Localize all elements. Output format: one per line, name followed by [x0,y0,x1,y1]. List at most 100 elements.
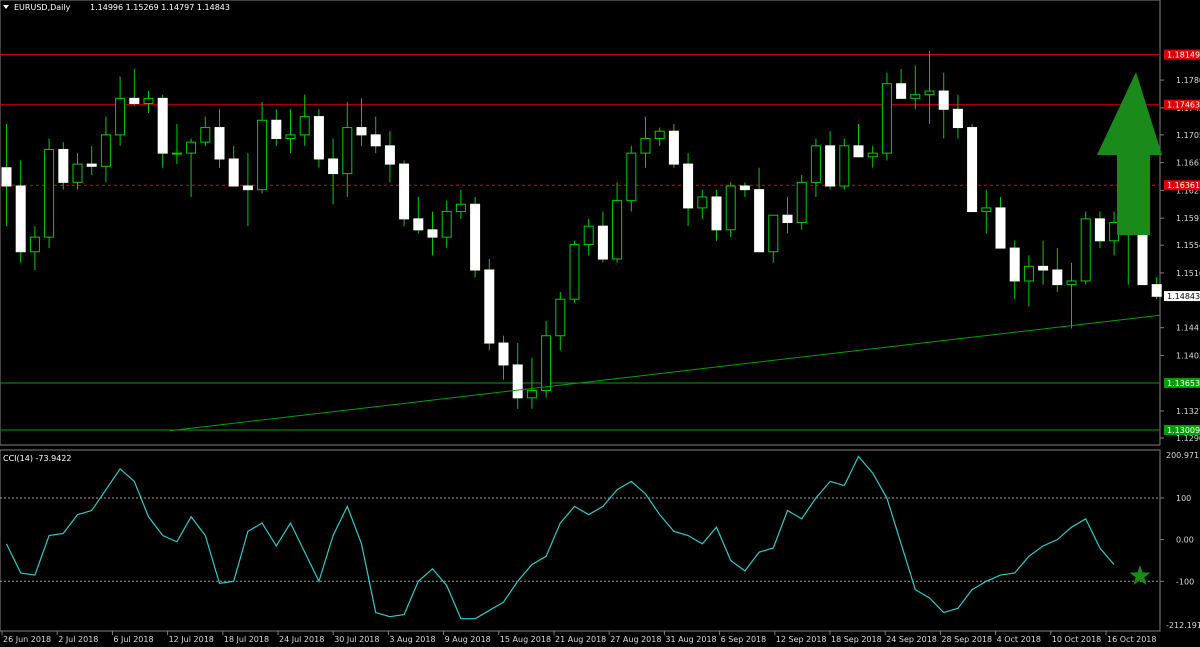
cci-panel: CCI(14) -73.9422 200.9715 -212.1911 [0,449,1200,632]
candle-body [58,148,69,183]
candle-body [668,130,679,165]
candle-body [1,167,12,187]
candle-body [498,342,509,366]
price-label-text: 1.13653 [1167,379,1200,388]
candle-body [952,108,963,129]
candle-body [413,218,424,231]
price-tick-label: 1.17050 [1176,131,1200,140]
candle-body [612,200,623,260]
price-label-text: 1.18149 [1167,51,1200,60]
candle-body [299,116,310,136]
candle-body [427,229,438,238]
candle-body [186,141,197,154]
price-tick-label: 1.15910 [1176,214,1200,223]
up-arrow-icon [1097,72,1162,235]
candle-body [29,236,40,253]
price-label-text: 1.13009 [1167,426,1200,435]
candle-body [839,145,850,187]
candle-body [782,214,793,224]
candle-body [654,130,665,140]
candle-body [754,189,765,253]
candle-body [313,116,324,160]
price-tick-label: 1.14410 [1176,324,1200,333]
candle-body [86,163,97,167]
candle-body [924,90,935,96]
candle-body [910,94,921,99]
candle-body [214,127,225,160]
ohlc-values: 1.14996 1.15269 1.14797 1.14843 [90,3,230,12]
time-tick-label: 24 Jul 2018 [279,635,324,644]
candle-body [725,185,736,231]
price-tick-label: 1.15160 [1176,269,1200,278]
cci-title: CCI(14) -73.9422 [3,454,71,463]
candle-body [399,163,410,220]
candle-body [1052,269,1063,286]
price-label-text: 1.14843 [1167,292,1200,301]
candle-body [470,203,481,271]
candle-body [569,243,580,300]
candle-body [1038,265,1049,271]
cci-tick-label: 100 [1176,494,1191,503]
candle-body [810,145,821,183]
time-tick-label: 26 Jun 2018 [3,635,51,644]
candle-body [15,185,26,253]
candle-body [555,298,566,337]
price-label-text: 1.17463 [1167,101,1200,110]
time-tick-label: 6 Sep 2018 [721,635,767,644]
price-label-text: 1.16361 [1167,181,1200,190]
time-tick-label: 18 Jul 2018 [224,635,269,644]
time-tick-label: 21 Aug 2018 [555,635,606,644]
candle-body [370,134,381,147]
candle-body [171,152,182,155]
dropdown-triangle-icon[interactable] [3,5,9,9]
candle-body [342,127,353,175]
time-tick-label: 16 Oct 2018 [1107,635,1156,644]
candle-body [768,214,779,253]
candle-body [455,203,466,213]
candle-body [257,119,268,191]
chart-canvas: EURUSD,Daily 1.14996 1.15269 1.14797 1.1… [0,0,1200,644]
candle-body [640,138,651,154]
trendline [169,314,1161,432]
candle-body [825,145,836,187]
time-tick-label: 2 Jul 2018 [58,635,98,644]
candle-body [115,97,126,136]
candle-body [484,269,495,344]
price-tick-label: 1.12900 [1176,434,1200,443]
candle-body [896,83,907,99]
candle-body [1009,247,1020,282]
price-panel: EURUSD,Daily 1.14996 1.15269 1.14797 1.1… [0,0,1162,446]
candle-body [129,97,140,104]
candle-body [739,185,750,191]
price-tick-label: 1.13270 [1176,407,1200,416]
candle-body [597,225,608,260]
time-tick-label: 15 Aug 2018 [500,635,551,644]
price-tick-label: 1.14030 [1176,351,1200,360]
candle-body [228,158,239,187]
candle-body [285,134,296,140]
candle-body [626,152,637,202]
candle-body [72,163,83,183]
candle-body [697,196,708,209]
candle-body [1023,265,1034,282]
candle-body [1094,218,1105,242]
time-axis: 26 Jun 2018 2 Jul 2018 6 Jul 2018 12 Jul 20… [1,631,1156,644]
time-tick-label: 24 Sep 2018 [886,635,937,644]
candle-body [867,152,878,158]
cci-series-line [5,455,1115,620]
candle-body [853,145,864,158]
candle-body [384,145,395,165]
candle-body [938,90,949,110]
price-tick-label: 1.16670 [1176,159,1200,168]
time-tick-label: 4 Oct 2018 [997,635,1041,644]
cci-tick-label: 0.00 [1176,536,1194,545]
time-tick-label: 27 Aug 2018 [610,635,661,644]
candle-body [1151,284,1162,297]
candle-body [200,127,211,143]
symbol-title: EURUSD,Daily [14,3,71,12]
candle-body [328,158,339,175]
time-tick-label: 12 Jul 2018 [169,635,214,644]
time-tick-label: 18 Sep 2018 [831,635,882,644]
candle-body [541,335,552,392]
chart-window: EURUSD,Daily 1.14996 1.15269 1.14797 1.1… [0,0,1200,647]
